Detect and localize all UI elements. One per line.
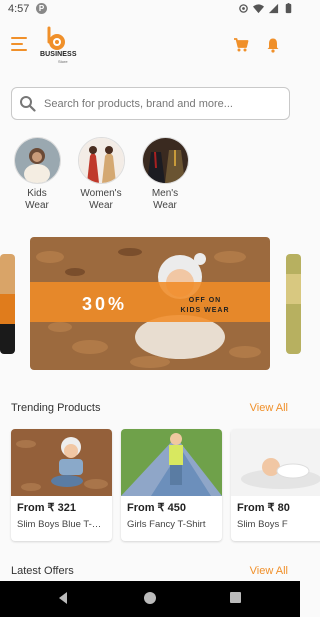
latest-offers-title: Latest Offers — [11, 565, 74, 577]
status-bar: 4:57 P — [0, 0, 300, 18]
logo-text: BUSINESS — [40, 51, 77, 58]
product-price: From ₹ 450 — [127, 502, 186, 514]
banner-prev-peek[interactable] — [0, 254, 15, 354]
category-label: Women's — [80, 188, 122, 199]
category-label: Wear — [25, 200, 49, 211]
product-card[interactable]: From ₹ 450 Girls Fancy T-Shirt — [121, 429, 222, 541]
product-price: From ₹ 80 — [237, 502, 290, 514]
app-bar: BUSINESS Store — [0, 18, 300, 72]
home-icon[interactable] — [143, 591, 157, 605]
menu-icon[interactable] — [11, 37, 27, 51]
banner-percent: 30% — [82, 294, 128, 314]
banner-offer-line1: OFF ON — [188, 297, 222, 304]
recents-icon[interactable] — [229, 591, 242, 604]
category-label: Wear — [89, 200, 113, 211]
status-time: 4:57 — [8, 3, 30, 15]
category-image — [141, 137, 189, 184]
back-icon[interactable] — [57, 591, 69, 605]
app-notification-icon: P — [36, 3, 47, 14]
banner-next-peek[interactable] — [286, 254, 301, 354]
latest-offers-view-all-link[interactable]: View All — [250, 565, 288, 577]
product-name: Slim Boys Blue T-Shirt — [17, 519, 107, 530]
logo-subtext: Store — [58, 59, 68, 64]
category-image — [13, 137, 61, 184]
system-nav-bar — [0, 581, 300, 617]
promo-banner[interactable]: 30% OFF ON KIDS WEAR — [30, 237, 270, 370]
search-icon — [20, 96, 36, 112]
battery-icon — [285, 3, 292, 14]
search-input[interactable] — [42, 92, 286, 116]
category-mens-wear[interactable]: Men's Wear — [141, 137, 189, 212]
product-card[interactable]: From ₹ 80 Slim Boys F — [231, 429, 320, 541]
location-icon — [239, 4, 248, 13]
product-card[interactable]: From ₹ 321 Slim Boys Blue T-Shirt — [11, 429, 112, 541]
bell-icon[interactable] — [266, 37, 280, 53]
signal-icon — [268, 3, 279, 14]
category-label: Men's — [151, 188, 179, 199]
category-womens-wear[interactable]: Women's Wear — [77, 137, 125, 212]
category-label: Wear — [153, 200, 177, 211]
category-label: Kids — [27, 188, 47, 199]
product-image — [121, 429, 222, 496]
product-image — [11, 429, 112, 496]
product-name: Slim Boys F — [237, 519, 288, 530]
cart-icon[interactable] — [233, 37, 249, 53]
category-image — [77, 137, 125, 184]
banner-offer-line2: KIDS WEAR — [180, 307, 230, 314]
category-kids-wear[interactable]: Kids Wear — [13, 137, 61, 212]
product-image — [231, 429, 320, 496]
product-name: Girls Fancy T-Shirt — [127, 519, 206, 530]
logo-icon — [47, 26, 65, 50]
product-price: From ₹ 321 — [17, 502, 76, 514]
search-bar[interactable] — [11, 87, 290, 120]
wifi-icon — [253, 4, 264, 14]
trending-title: Trending Products — [11, 402, 101, 414]
trending-view-all-link[interactable]: View All — [250, 402, 288, 414]
